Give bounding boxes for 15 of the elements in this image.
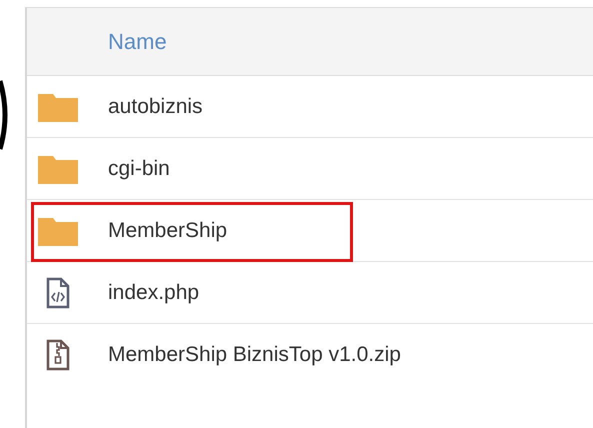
folder-icon (38, 92, 78, 122)
folder-icon (38, 154, 78, 184)
file-name: MemberShip (108, 218, 228, 244)
code-file-icon (46, 276, 70, 308)
file-name: index.php (108, 280, 200, 306)
file-name: autobiznis (108, 94, 203, 120)
file-row[interactable]: cgi-bin (27, 138, 593, 200)
file-row[interactable]: MemberShip (27, 200, 593, 262)
file-name: cgi-bin (108, 156, 170, 182)
file-name: MemberShip BiznisTop v1.0.zip (108, 342, 401, 368)
zip-file-icon (46, 339, 70, 371)
file-row[interactable]: MemberShip BiznisTop v1.0.zip (27, 324, 593, 386)
file-row[interactable]: autobiznis (27, 76, 593, 138)
file-row[interactable]: index.php (27, 262, 593, 324)
folder-icon (38, 216, 78, 246)
